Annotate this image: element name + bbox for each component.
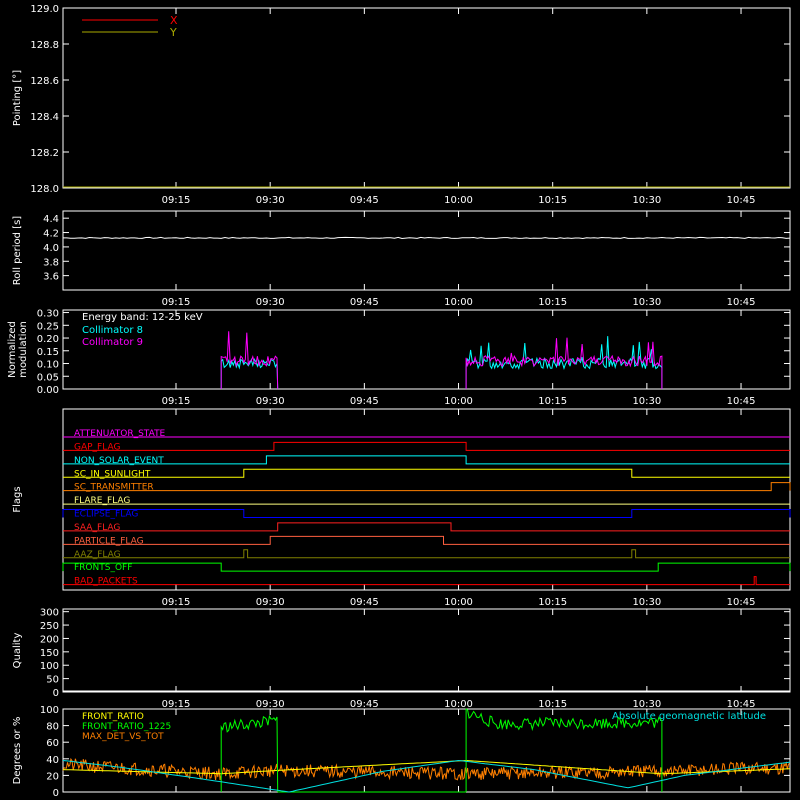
x-tick-label: 10:30 (632, 597, 661, 608)
x-tick-label: 10:15 (538, 597, 567, 608)
y-tick-label: 128.0 (30, 184, 59, 195)
y-axis-label: Normalized (7, 321, 18, 378)
y-tick-label: 60 (46, 738, 59, 749)
x-tick-label: 10:30 (632, 297, 661, 308)
x-tick-label: 10:15 (538, 396, 567, 407)
y-tick-label: 50 (46, 675, 59, 686)
x-tick-label: 09:45 (350, 297, 379, 308)
x-tick-label: 10:45 (727, 699, 756, 710)
chart-background (0, 0, 800, 800)
y-tick-label: 128.6 (30, 76, 59, 87)
legend-label: MAX_DET_VS_TOT (82, 732, 164, 742)
x-tick-label: 10:45 (727, 195, 756, 206)
x-tick-label: 09:30 (256, 195, 285, 206)
legend-label: Collimator 8 (82, 325, 143, 336)
legend-label: FRONT_RATIO_1225 (82, 722, 171, 732)
y-tick-label: 4.4 (43, 214, 59, 225)
flag-label: ECLIPSE_FLAG (74, 510, 138, 520)
legend-title: Energy band: 12-25 keV (82, 312, 203, 323)
y-tick-label: 200 (40, 634, 59, 645)
x-tick-label: 10:30 (632, 396, 661, 407)
y-tick-label: 0 (53, 688, 59, 699)
y-tick-label: 300 (40, 608, 59, 619)
y-tick-label: 4.0 (43, 243, 59, 254)
x-tick-label: 09:15 (162, 699, 191, 710)
legend-label: Y (169, 26, 177, 39)
y-tick-label: 0.00 (37, 385, 59, 396)
x-tick-label: 10:45 (727, 297, 756, 308)
y-tick-label: 128.4 (30, 112, 59, 123)
y-tick-label: 100 (40, 661, 59, 672)
y-tick-label: 0.15 (37, 347, 59, 358)
x-tick-label: 10:45 (727, 597, 756, 608)
y-tick-label: 128.2 (30, 148, 59, 159)
y-tick-label: 0.10 (37, 360, 59, 371)
x-tick-label: 09:30 (256, 297, 285, 308)
x-tick-label: 10:45 (727, 396, 756, 407)
x-tick-label: 09:45 (350, 396, 379, 407)
x-tick-label: 09:30 (256, 597, 285, 608)
flag-label: FRONTS_OFF (74, 563, 132, 573)
y-tick-label: 0 (53, 788, 59, 799)
x-tick-label: 10:30 (632, 195, 661, 206)
y-tick-label: 40 (46, 755, 59, 766)
y-tick-label: 128.8 (30, 40, 59, 51)
x-tick-label: 10:00 (444, 297, 473, 308)
x-tick-label: 10:00 (444, 396, 473, 407)
x-tick-label: 10:00 (444, 699, 473, 710)
y-tick-label: 0.25 (37, 321, 59, 332)
x-tick-label: 10:00 (444, 597, 473, 608)
x-tick-label: 09:30 (256, 699, 285, 710)
x-tick-label: 10:15 (538, 195, 567, 206)
x-tick-label: 09:45 (350, 597, 379, 608)
y-axis-label: Quality (12, 633, 23, 669)
x-tick-label: 10:00 (444, 195, 473, 206)
x-tick-label: 09:15 (162, 396, 191, 407)
y-tick-label: 100 (40, 705, 59, 716)
x-tick-label: 09:45 (350, 699, 379, 710)
x-tick-label: 09:45 (350, 195, 379, 206)
x-tick-label: 09:15 (162, 195, 191, 206)
x-tick-label: 10:30 (632, 699, 661, 710)
y-axis-label: Flags (12, 486, 23, 512)
x-tick-label: 09:30 (256, 396, 285, 407)
y-tick-label: 0.30 (37, 309, 59, 320)
y-tick-label: 4.2 (43, 229, 59, 240)
y-axis-label: Degrees or % (12, 717, 23, 785)
legend-label: FRONT_RATIO (82, 712, 144, 722)
x-tick-label: 10:15 (538, 297, 567, 308)
y-tick-label: 0.20 (37, 334, 59, 345)
legend-label: Absolute geomagnetic latitude (612, 711, 766, 722)
y-tick-label: 3.8 (43, 257, 59, 268)
y-tick-label: 250 (40, 621, 59, 632)
y-tick-label: 80 (46, 722, 59, 733)
x-tick-label: 09:15 (162, 597, 191, 608)
y-tick-label: 129.0 (30, 4, 59, 15)
chart: Pointing [°] 128.0 128.2 128.4 128.6 128.8 129… (0, 0, 800, 800)
x-tick-label: 09:15 (162, 297, 191, 308)
y-tick-label: 0.05 (37, 372, 59, 383)
legend-label: Collimator 9 (82, 337, 143, 348)
y-tick-label: 20 (46, 771, 59, 782)
y-axis-label: Pointing [°] (12, 70, 23, 126)
y-tick-label: 3.6 (43, 272, 59, 283)
y-tick-label: 150 (40, 648, 59, 659)
y-axis-label: Roll period [s] (12, 216, 23, 285)
x-tick-label: 10:15 (538, 699, 567, 710)
y-axis-label: modulation (18, 321, 29, 378)
